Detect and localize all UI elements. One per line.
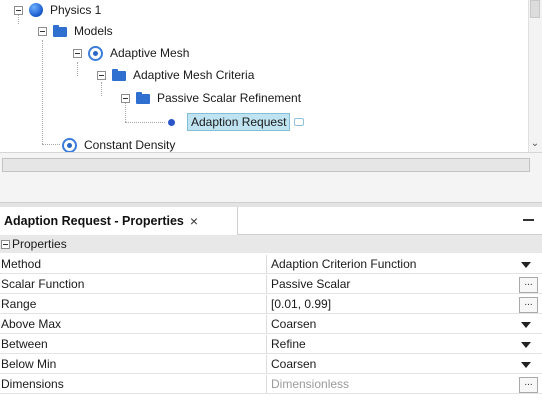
property-name: Method: [0, 255, 267, 274]
tree-connector: [42, 40, 43, 144]
tree-connector: [125, 122, 165, 123]
dot-icon: [168, 118, 175, 126]
tree-item-adaption-request[interactable]: Adaption Request: [166, 112, 305, 132]
vertical-scrollbar[interactable]: [528, 0, 542, 156]
collapse-toggle-icon[interactable]: [1, 239, 10, 249]
ellipsis-button[interactable]: ...: [519, 277, 538, 293]
tree-item-label: Passive Scalar Refinement: [157, 91, 302, 105]
property-name: Scalar Function: [0, 275, 267, 294]
range-value[interactable]: [0.01, 0.99]: [271, 295, 511, 314]
between-select[interactable]: Refine: [271, 335, 511, 354]
vertical-scrollbar-thumb[interactable]: [530, 0, 540, 18]
property-row-scalar-function[interactable]: Scalar Function Passive Scalar ...: [0, 275, 542, 294]
properties-header: Adaption Request - Properties ×: [0, 207, 542, 235]
collapse-toggle-icon[interactable]: [97, 70, 106, 80]
tree-item-label: Physics 1: [50, 3, 102, 17]
simulation-tree: Physics 1 Models Adaptive Mesh Adaptive …: [0, 0, 542, 160]
tree-connector: [42, 144, 60, 145]
below-min-select[interactable]: Coarsen: [271, 355, 511, 374]
ellipsis-button[interactable]: ...: [519, 297, 538, 313]
tree-item-models[interactable]: Models: [38, 21, 113, 41]
property-row-dimensions[interactable]: Dimensions Dimensionless ...: [0, 375, 542, 394]
tree-item-label: Adaptive Mesh: [110, 46, 190, 60]
dropdown-arrow-icon[interactable]: [521, 362, 531, 368]
properties-table: Properties Method Adaption Criterion Fun…: [0, 235, 542, 416]
method-select[interactable]: Adaption Criterion Function: [271, 255, 511, 274]
scroll-down-icon[interactable]: ⌄: [528, 136, 542, 150]
properties-group-header[interactable]: Properties: [0, 235, 542, 253]
dropdown-arrow-icon[interactable]: [521, 342, 531, 348]
minimize-icon[interactable]: [523, 219, 534, 221]
property-row-below-min[interactable]: Below Min Coarsen: [0, 355, 542, 374]
tree-connector: [77, 62, 78, 76]
folder-icon: [136, 92, 150, 104]
dropdown-arrow-icon[interactable]: [521, 322, 531, 328]
group-label: Properties: [12, 237, 67, 251]
dimensions-value[interactable]: Dimensionless: [271, 375, 511, 394]
tree-item-label: Models: [74, 24, 113, 38]
tab-title: Adaption Request - Properties: [4, 214, 184, 228]
tree-item-label: Constant Density: [84, 138, 176, 152]
tree-item-adaptive-mesh-criteria[interactable]: Adaptive Mesh Criteria: [97, 65, 254, 85]
folder-icon: [53, 25, 67, 37]
collapse-toggle-icon[interactable]: [38, 26, 47, 36]
property-name: Dimensions: [0, 375, 267, 394]
property-row-method[interactable]: Method Adaption Criterion Function: [0, 255, 542, 274]
property-name: Range: [0, 295, 267, 314]
tab-properties[interactable]: Adaption Request - Properties ×: [0, 207, 238, 235]
property-row-between[interactable]: Between Refine: [0, 335, 542, 354]
sphere-icon: [29, 3, 43, 17]
tree-item-physics-1[interactable]: Physics 1: [14, 0, 101, 20]
horizontal-scrollbar[interactable]: [2, 158, 530, 172]
tree-item-adaptive-mesh[interactable]: Adaptive Mesh: [73, 43, 189, 63]
property-row-range[interactable]: Range [0.01, 0.99] ...: [0, 295, 542, 314]
model-target-icon: [62, 137, 77, 153]
model-target-icon: [88, 45, 103, 61]
property-name: Above Max: [0, 315, 267, 334]
collapse-toggle-icon[interactable]: [14, 5, 23, 15]
tree-item-passive-scalar-refinement[interactable]: Passive Scalar Refinement: [121, 88, 301, 108]
tree-item-label: Adaption Request: [187, 113, 291, 131]
property-name: Below Min: [0, 355, 267, 374]
tree-item-label: Adaptive Mesh Criteria: [133, 68, 255, 82]
ellipsis-button[interactable]: ...: [519, 377, 538, 393]
property-name: Between: [0, 335, 267, 354]
comment-icon[interactable]: [294, 118, 305, 126]
dropdown-arrow-icon[interactable]: [521, 262, 531, 268]
property-row-above-max[interactable]: Above Max Coarsen: [0, 315, 542, 334]
scalar-function-value[interactable]: Passive Scalar: [271, 275, 511, 294]
collapse-toggle-icon[interactable]: [121, 93, 130, 103]
folder-icon: [112, 69, 126, 81]
above-max-select[interactable]: Coarsen: [271, 315, 511, 334]
close-icon[interactable]: ×: [190, 213, 198, 229]
collapse-toggle-icon[interactable]: [73, 48, 82, 58]
